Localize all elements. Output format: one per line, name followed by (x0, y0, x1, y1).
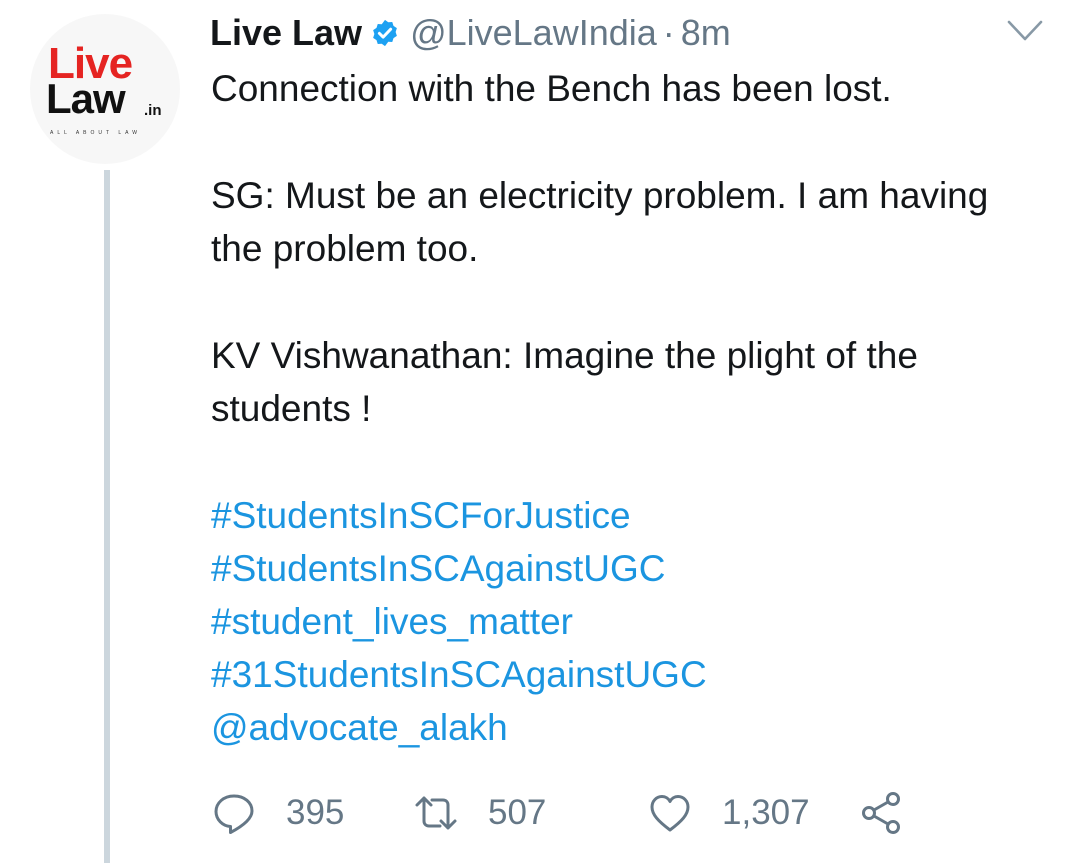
hashtag-link[interactable]: #StudentsInSCForJustice (211, 489, 1031, 542)
tweet-header: Live Law @LiveLawIndia · 8m (210, 10, 731, 56)
author-handle[interactable]: @LiveLawIndia (410, 12, 657, 54)
logo-suffix-text: .in (144, 102, 162, 119)
tweet-paragraph: Connection with the Bench has been lost. (211, 68, 892, 109)
reply-count: 395 (286, 793, 345, 832)
thread-line (104, 170, 110, 863)
verified-badge-icon (373, 19, 397, 47)
share-button[interactable] (858, 789, 936, 837)
reply-button[interactable]: 395 (212, 791, 414, 835)
tweet-body: Connection with the Bench has been lost.… (211, 62, 1031, 754)
separator-dot: · (662, 12, 675, 53)
logo-law-text: Law (46, 75, 126, 122)
heart-icon (650, 795, 690, 832)
hashtag-link[interactable]: #student_lives_matter (211, 595, 1031, 648)
like-count: 1,307 (722, 793, 810, 832)
hashtag-link[interactable]: #StudentsInSCAgainstUGC (211, 542, 1031, 595)
tweet-card[interactable]: Live Law .in ALL ABOUT LAW Live Law @Liv… (0, 0, 1080, 863)
retweet-button[interactable]: 507 (414, 791, 648, 835)
author-name[interactable]: Live Law (210, 12, 362, 54)
tweet-actions: 395 507 1,307 (212, 790, 936, 836)
reply-icon (214, 794, 254, 834)
like-button[interactable]: 1,307 (648, 791, 858, 835)
retweet-count: 507 (488, 793, 547, 832)
mention-link[interactable]: @advocate_alakh (211, 701, 1031, 754)
hashtag-link[interactable]: #31StudentsInSCAgainstUGC (211, 648, 1031, 701)
logo-tagline: ALL ABOUT LAW (50, 130, 141, 136)
tweet-paragraph: SG: Must be an electricity problem. I am… (211, 175, 989, 269)
chevron-down-icon[interactable] (1006, 18, 1044, 44)
tweet-paragraph: KV Vishwanathan: Imagine the plight of t… (211, 335, 918, 429)
share-icon (862, 792, 900, 834)
tweet-timestamp[interactable]: 8m (681, 12, 731, 54)
retweet-icon (415, 796, 457, 830)
avatar[interactable]: Live Law .in ALL ABOUT LAW (30, 14, 180, 164)
